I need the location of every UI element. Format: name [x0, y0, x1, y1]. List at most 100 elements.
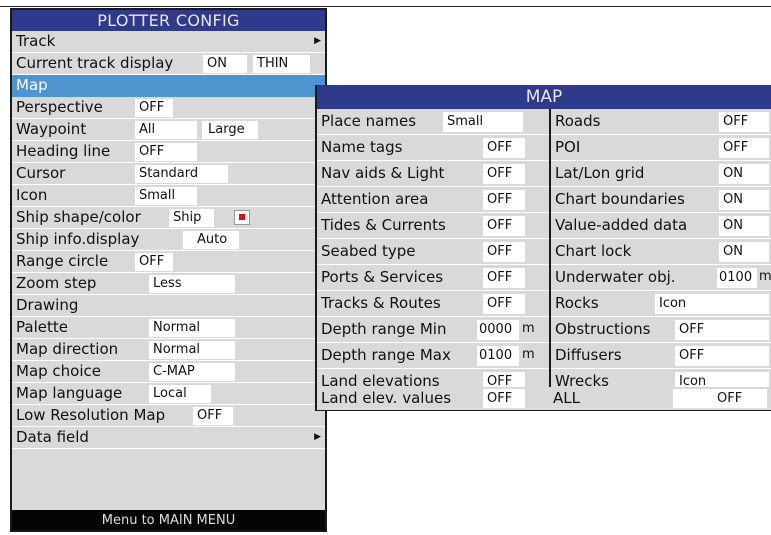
place-names-value[interactable]: Small — [443, 112, 523, 132]
map-item-depth-range-min[interactable]: Depth range Min 0000 m — [317, 317, 549, 343]
chart-boundaries-value[interactable]: ON — [719, 190, 769, 210]
map-item-tides-currents[interactable]: Tides & Currents OFF — [317, 213, 549, 239]
depth-range-max-value[interactable]: 0100 — [477, 346, 519, 366]
map-item-rocks[interactable]: Rocks Icon — [551, 291, 771, 317]
map-item-roads[interactable]: Roads OFF — [551, 109, 771, 135]
map-item-poi[interactable]: POI OFF — [551, 135, 771, 161]
lat-lon-grid-value[interactable]: ON — [719, 164, 769, 184]
map-item-label: Diffusers — [555, 346, 622, 364]
map-item-underwater-obj[interactable]: Underwater obj. 0100 m — [551, 265, 771, 291]
menu-item-waypoint[interactable]: Waypoint All Large — [12, 119, 325, 141]
rocks-value[interactable]: Icon — [655, 294, 769, 314]
heading-line-value[interactable]: OFF — [135, 143, 197, 161]
menu-item-map-language[interactable]: Map language Local — [12, 383, 325, 405]
seabed-type-value[interactable]: OFF — [483, 242, 525, 262]
poi-value[interactable]: OFF — [719, 138, 769, 158]
map-item-nav-aids-light[interactable]: Nav aids & Light OFF — [317, 161, 549, 187]
perspective-value[interactable]: OFF — [135, 99, 173, 117]
icon-size-value[interactable]: Small — [135, 187, 197, 205]
map-item-label: Chart lock — [555, 242, 632, 260]
map-item-land-elev-values[interactable]: Land elev. values OFF — [317, 387, 549, 410]
menu-item-heading-line[interactable]: Heading line OFF — [12, 141, 325, 163]
menu-item-map-direction[interactable]: Map direction Normal — [12, 339, 325, 361]
main-menu-footer[interactable]: Menu to MAIN MENU — [12, 510, 325, 530]
map-item-chart-lock[interactable]: Chart lock ON — [551, 239, 771, 265]
attention-area-value[interactable]: OFF — [483, 190, 525, 210]
map-choice-value[interactable]: C-MAP — [149, 363, 235, 381]
menu-item-current-track-display[interactable]: Current track display ON THIN — [12, 53, 325, 75]
map-item-label: ALL — [553, 389, 580, 407]
map-item-seabed-type[interactable]: Seabed type OFF — [317, 239, 549, 265]
menu-item-zoom-step[interactable]: Zoom step Less — [12, 273, 325, 295]
range-circle-value[interactable]: OFF — [135, 253, 173, 271]
map-language-value[interactable]: Local — [149, 385, 211, 403]
menu-item-label: Ship info.display — [16, 230, 140, 248]
menu-item-drawing[interactable]: Drawing — [12, 295, 325, 317]
map-item-diffusers[interactable]: Diffusers OFF — [551, 343, 771, 369]
menu-item-label: Heading line — [16, 142, 111, 160]
diffusers-value[interactable]: OFF — [675, 346, 769, 366]
menu-item-low-resolution-map[interactable]: Low Resolution Map OFF — [12, 405, 325, 427]
all-value[interactable]: OFF — [673, 389, 767, 408]
menu-item-track[interactable]: Track ▶ — [12, 31, 325, 53]
track-display-on-value[interactable]: ON — [203, 55, 247, 73]
map-item-name-tags[interactable]: Name tags OFF — [317, 135, 549, 161]
menu-item-label: Map direction — [16, 340, 119, 358]
land-elev-values-value[interactable]: OFF — [483, 389, 525, 408]
map-item-chart-boundaries[interactable]: Chart boundaries ON — [551, 187, 771, 213]
menu-item-palette[interactable]: Palette Normal — [12, 317, 325, 339]
map-item-label: Value-added data — [555, 216, 688, 234]
palette-value[interactable]: Normal — [149, 319, 235, 337]
red-square-icon[interactable] — [234, 210, 250, 225]
map-item-label: Roads — [555, 112, 601, 130]
map-item-all[interactable]: ALL OFF — [549, 387, 771, 410]
ship-shape-value[interactable]: Ship — [169, 209, 214, 227]
low-resolution-map-value[interactable]: OFF — [193, 407, 233, 425]
chart-lock-value[interactable]: ON — [719, 242, 769, 262]
menu-item-label: Drawing — [16, 296, 79, 314]
menu-item-icon[interactable]: Icon Small — [12, 185, 325, 207]
menu-item-perspective[interactable]: Perspective OFF — [12, 97, 325, 119]
map-item-label: POI — [555, 138, 581, 156]
submenu-arrow-icon: ▶ — [314, 36, 321, 46]
map-item-tracks-routes[interactable]: Tracks & Routes OFF — [317, 291, 549, 317]
obstructions-value[interactable]: OFF — [675, 320, 769, 340]
value-added-data-value[interactable]: ON — [719, 216, 769, 236]
waypoint-filter-value[interactable]: All — [135, 121, 197, 139]
menu-item-range-circle[interactable]: Range circle OFF — [12, 251, 325, 273]
map-item-ports-services[interactable]: Ports & Services OFF — [317, 265, 549, 291]
map-direction-value[interactable]: Normal — [149, 341, 235, 359]
menu-item-data-field[interactable]: Data field ▶ — [12, 427, 325, 449]
ports-services-value[interactable]: OFF — [483, 268, 525, 288]
menu-item-label: Ship shape/color — [16, 208, 141, 226]
menu-item-ship-info-display[interactable]: Ship info.display Auto — [12, 229, 325, 251]
menu-item-map-choice[interactable]: Map choice C-MAP — [12, 361, 325, 383]
zoom-step-value[interactable]: Less — [149, 275, 235, 293]
menu-item-ship-shape-color[interactable]: Ship shape/color Ship — [12, 207, 325, 229]
waypoint-size-value[interactable]: Large — [202, 121, 258, 139]
tides-currents-value[interactable]: OFF — [483, 216, 525, 236]
map-item-attention-area[interactable]: Attention area OFF — [317, 187, 549, 213]
tracks-routes-value[interactable]: OFF — [483, 294, 525, 314]
track-display-thickness-value[interactable]: THIN — [253, 55, 310, 73]
menu-item-cursor[interactable]: Cursor Standard — [12, 163, 325, 185]
map-item-place-names[interactable]: Place names Small — [317, 109, 549, 135]
map-item-depth-range-max[interactable]: Depth range Max 0100 m — [317, 343, 549, 369]
ship-info-display-value[interactable]: Auto — [183, 231, 239, 249]
map-item-value-added-data[interactable]: Value-added data ON — [551, 213, 771, 239]
map-item-label: Land elev. values — [321, 389, 452, 407]
map-item-label: Depth range Max — [321, 346, 451, 364]
menu-item-label: Cursor — [16, 164, 66, 182]
menu-item-map[interactable]: Map — [12, 75, 325, 97]
nav-aids-value[interactable]: OFF — [483, 164, 525, 184]
map-item-label: Lat/Lon grid — [555, 164, 645, 182]
map-item-lat-lon-grid[interactable]: Lat/Lon grid ON — [551, 161, 771, 187]
map-item-obstructions[interactable]: Obstructions OFF — [551, 317, 771, 343]
menu-item-label: Waypoint — [16, 120, 87, 138]
name-tags-value[interactable]: OFF — [483, 138, 525, 158]
underwater-obj-value[interactable]: 0100 — [717, 268, 757, 288]
plotter-config-title: PLOTTER CONFIG — [12, 10, 325, 31]
roads-value[interactable]: OFF — [719, 112, 769, 132]
depth-range-min-value[interactable]: 0000 — [477, 320, 519, 340]
cursor-value[interactable]: Standard — [135, 165, 228, 183]
